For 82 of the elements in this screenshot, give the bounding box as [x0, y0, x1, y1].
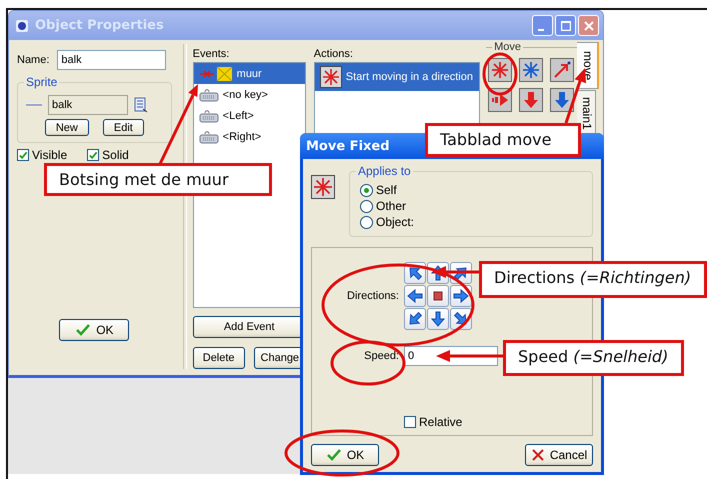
callout-label: Directions (=Richtingen) — [479, 261, 707, 298]
radio-label: Object: — [376, 215, 414, 229]
sprite-field[interactable]: balk — [48, 95, 128, 115]
checkbox-label: Solid — [102, 148, 129, 162]
checkmark-icon — [75, 324, 92, 336]
minimize-button[interactable] — [532, 15, 553, 36]
action-icon-button[interactable] — [550, 58, 574, 82]
group-title: Move — [492, 41, 524, 53]
maximize-button[interactable] — [555, 15, 576, 36]
checkbox-label: Relative — [419, 415, 462, 429]
applies-to-title: Applies to — [356, 164, 413, 178]
direction-button[interactable] — [404, 285, 426, 307]
collision-icon — [198, 66, 233, 82]
arrow-icon — [407, 311, 423, 327]
ok-button[interactable]: OK — [311, 444, 379, 466]
pointer-arrow — [436, 350, 503, 362]
arrow-icon — [430, 311, 446, 327]
checkmark-icon — [18, 150, 28, 160]
dialog-title: Move Fixed — [306, 138, 390, 154]
direction-button[interactable] — [404, 308, 426, 330]
sprite-group-title: Sprite — [24, 75, 60, 89]
cancel-button[interactable]: Cancel — [525, 444, 593, 466]
event-item[interactable]: <no key> — [194, 84, 305, 105]
delete-button[interactable]: Delete — [192, 347, 245, 369]
arrow-icon — [453, 288, 469, 304]
cancel-icon — [530, 448, 545, 462]
checkmark-icon — [326, 449, 342, 461]
star-arrow-icon — [490, 60, 510, 80]
arrow-icon — [453, 265, 469, 281]
diag-arrow-icon — [552, 60, 572, 80]
sprite-button[interactable]: Edit — [102, 119, 144, 136]
close-button[interactable] — [578, 15, 599, 36]
actions-label: Actions: — [314, 48, 354, 60]
event-item[interactable]: <Right> — [194, 126, 305, 147]
action-icon-button[interactable] — [519, 88, 544, 112]
action-icon-button[interactable] — [550, 88, 574, 112]
action-icon-button[interactable] — [519, 58, 544, 82]
callout-label: Speed (=Snelheid) — [503, 340, 684, 376]
move-action-icon — [320, 66, 342, 88]
arrow-icon — [407, 265, 423, 281]
events-label: Events: — [192, 48, 230, 60]
event-item[interactable]: muur — [194, 63, 305, 84]
sprite-preview-icon — [26, 103, 42, 107]
radio-label: Other — [376, 199, 406, 213]
window-title: Object Properties — [35, 18, 165, 33]
name-label: Name: — [17, 54, 50, 66]
radio-button[interactable] — [360, 216, 373, 228]
callout-label: Botsing met de muur — [44, 163, 272, 196]
arrow-icon — [407, 288, 423, 304]
minimize-icon — [538, 28, 544, 30]
keyboard-icon — [198, 88, 219, 102]
checkbox[interactable] — [17, 149, 29, 161]
name-field[interactable]: balk — [57, 50, 166, 70]
checkbox[interactable] — [87, 149, 100, 161]
callout-label: Tabblad move — [425, 123, 581, 157]
star-arrow-icon — [521, 60, 542, 80]
speed-label: Speed: — [363, 350, 399, 362]
keyboard-icon — [198, 130, 219, 144]
checkbox[interactable] — [404, 416, 416, 428]
maximize-icon — [560, 20, 570, 30]
action-icon-button[interactable] — [488, 58, 512, 82]
action-item[interactable]: Start moving in a direction — [314, 63, 480, 91]
highlight-ellipse — [482, 52, 518, 96]
close-icon — [584, 20, 594, 30]
keyboard-icon — [198, 108, 219, 122]
stop-icon — [431, 289, 445, 303]
app-icon — [15, 18, 29, 32]
radio-button[interactable] — [360, 184, 373, 196]
checkmark-icon — [88, 150, 98, 160]
radio-label: Self — [376, 183, 397, 197]
move-action-icon — [311, 175, 335, 199]
arrow-icon — [453, 311, 469, 327]
list-icon[interactable] — [134, 97, 148, 113]
pointer-arrow — [432, 266, 479, 278]
ok-button[interactable]: OK — [59, 319, 130, 341]
direction-button[interactable] — [427, 308, 449, 330]
directions-label: Directions: — [346, 290, 399, 302]
checkbox-label: Visible — [32, 148, 68, 162]
direction-button[interactable] — [427, 285, 449, 307]
event-item[interactable]: <Left> — [194, 105, 305, 126]
sprite-button[interactable]: New — [44, 119, 89, 136]
radio-button[interactable] — [360, 200, 373, 212]
